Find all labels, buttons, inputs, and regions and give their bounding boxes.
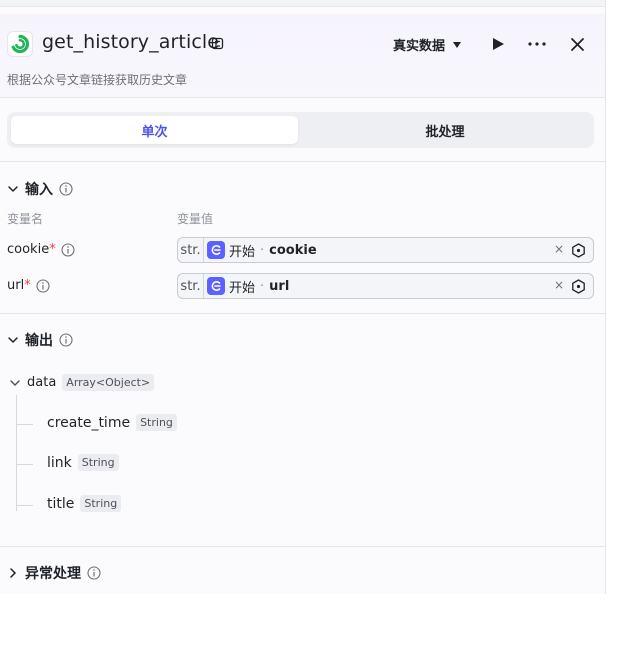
reference-source: 开始: [229, 244, 256, 260]
input-section-title: 输入: [25, 182, 53, 198]
type-tag: String: [77, 454, 119, 471]
reference-icon: [207, 241, 225, 259]
chevron-down-icon[interactable]: [9, 377, 21, 389]
variable-reference[interactable]: 开始 · url: [207, 277, 290, 296]
output-field-name: data: [27, 375, 57, 390]
input-section-header[interactable]: 输入: [7, 179, 73, 199]
output-field-name: create_time: [47, 414, 131, 431]
tree-connector: [16, 464, 33, 465]
divider: [0, 161, 605, 162]
data-source-dropdown[interactable]: 真实数据: [393, 35, 462, 54]
copy-icon[interactable]: [211, 37, 224, 50]
output-section-header[interactable]: 输出: [7, 330, 73, 350]
close-icon[interactable]: [570, 37, 585, 52]
clear-button[interactable]: ×: [554, 242, 564, 256]
type-tag: Array<Object>: [62, 374, 155, 391]
reference-separator: ·: [260, 278, 265, 294]
info-icon[interactable]: [61, 242, 75, 257]
variable-reference[interactable]: 开始 · cookie: [207, 241, 317, 260]
output-section-title: 输出: [25, 333, 53, 349]
required-mark: *: [24, 278, 31, 293]
tree-connector: [16, 395, 17, 511]
required-mark: *: [49, 242, 56, 257]
output-node-create-time: create_time String: [47, 414, 177, 431]
node-config-panel: get_history_article 真实数据 根据公众号文章链接获取历史文章…: [0, 0, 606, 594]
tab-batch[interactable]: 批处理: [300, 116, 590, 144]
run-mode-tabs: 单次 批处理: [7, 112, 594, 148]
var-name-label: cookie: [7, 242, 50, 257]
info-icon[interactable]: [59, 182, 73, 196]
info-icon[interactable]: [59, 333, 73, 347]
tab-single[interactable]: 单次: [11, 116, 298, 144]
more-icon[interactable]: [527, 37, 547, 51]
value-field-cookie[interactable]: str. 开始 · cookie ×: [177, 237, 594, 263]
info-icon[interactable]: [36, 278, 50, 293]
tree-connector: [16, 424, 33, 425]
info-icon[interactable]: [87, 566, 101, 580]
reference-variable: cookie: [269, 242, 317, 258]
output-field-name: link: [47, 454, 72, 471]
caret-down-icon: [453, 42, 462, 48]
type-tag: String: [80, 495, 122, 512]
clear-button[interactable]: ×: [554, 278, 564, 292]
value-field-url[interactable]: str. 开始 · url ×: [177, 273, 594, 299]
chevron-right-icon: [10, 568, 17, 578]
var-name-label: url: [7, 278, 25, 293]
input-var-url: url *: [7, 278, 50, 293]
tree-connector: [16, 505, 33, 506]
panel-header: get_history_article 真实数据 根据公众号文章链接获取历史文章: [0, 14, 605, 98]
reference-variable: url: [269, 278, 290, 294]
node-description: 根据公众号文章链接获取历史文章: [7, 73, 188, 87]
reference-source: 开始: [229, 280, 256, 296]
chevron-down-icon: [8, 337, 18, 344]
exception-section-header[interactable]: 异常处理: [7, 563, 101, 583]
type-badge: str.: [178, 238, 204, 262]
output-node-link: link String: [47, 454, 119, 471]
reference-icon: [207, 277, 225, 295]
divider: [0, 313, 605, 314]
column-label-name: 变量名: [7, 212, 44, 226]
play-icon[interactable]: [491, 37, 505, 51]
plugin-logo-icon: [7, 31, 33, 57]
type-badge: str.: [178, 274, 204, 298]
type-tag: String: [136, 414, 177, 431]
data-source-label: 真实数据: [393, 39, 446, 54]
input-var-cookie: cookie *: [7, 242, 75, 257]
page-background: [0, 594, 619, 648]
column-label-value: 变量值: [177, 212, 214, 226]
node-title: get_history_article: [42, 31, 220, 53]
output-node-title: title String: [47, 495, 122, 512]
exception-section-title: 异常处理: [25, 566, 81, 582]
variable-picker-icon[interactable]: [571, 243, 586, 258]
chevron-down-icon: [8, 186, 18, 193]
divider: [0, 546, 605, 547]
variable-picker-icon[interactable]: [571, 279, 586, 294]
output-field-name: title: [47, 495, 75, 512]
output-node-data[interactable]: data Array<Object>: [9, 374, 155, 391]
top-strip: [0, 0, 605, 7]
reference-separator: ·: [260, 242, 265, 258]
